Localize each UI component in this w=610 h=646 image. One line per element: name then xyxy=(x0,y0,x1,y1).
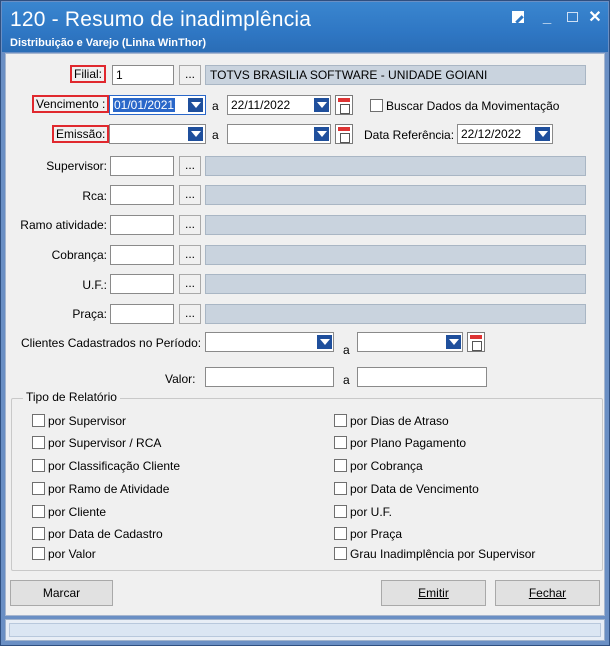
vencimento-from-value: 01/01/2021 xyxy=(113,98,176,112)
por-uf-label: por U.F. xyxy=(350,505,393,519)
close-button[interactable]: ✕ xyxy=(586,8,604,26)
supervisor-name-field xyxy=(205,156,586,176)
fechar-button[interactable]: Fechar xyxy=(495,580,600,606)
uf-label: U.F.: xyxy=(82,278,107,292)
praca-input[interactable] xyxy=(110,304,174,324)
praca-search-button[interactable]: ... xyxy=(179,304,201,324)
tipo-relatorio-title: Tipo de Relatório xyxy=(23,390,120,404)
por-praca-checkbox[interactable] xyxy=(334,527,347,540)
por-ramo-atividade-label: por Ramo de Atividade xyxy=(48,482,170,496)
minimize-button[interactable]: _ xyxy=(538,8,556,26)
cobranca-input[interactable] xyxy=(110,245,174,265)
fechar-button-label: Fechar xyxy=(528,586,567,600)
rca-name-field xyxy=(205,185,586,205)
filial-search-button[interactable]: ... xyxy=(179,65,201,85)
por-supervisor-rca-label: por Supervisor / RCA xyxy=(48,436,162,450)
ramo-atividade-input[interactable] xyxy=(110,215,174,235)
uf-search-button[interactable]: ... xyxy=(179,274,201,294)
por-valor-label: por Valor xyxy=(48,547,96,561)
vencimento-label: Vencimento : xyxy=(32,95,110,113)
rca-input[interactable] xyxy=(110,185,174,205)
status-bar xyxy=(5,619,605,641)
cobranca-label: Cobrança: xyxy=(51,248,107,262)
cobranca-search-button[interactable]: ... xyxy=(179,245,201,265)
por-data-cadastro-checkbox[interactable] xyxy=(32,527,45,540)
por-cliente-label: por Cliente xyxy=(48,505,107,519)
emissao-from-dropdown-icon[interactable] xyxy=(188,127,203,141)
buscar-dados-checkbox[interactable] xyxy=(370,99,383,112)
edit-window-icon[interactable] xyxy=(509,8,527,26)
window-subtitle: Distribuição e Varejo (Linha WinThor) xyxy=(10,37,207,49)
emissao-label-box: Emissão: xyxy=(52,125,110,143)
por-valor-checkbox[interactable] xyxy=(32,547,45,560)
clientes-a-label: a xyxy=(343,343,350,357)
valor-label: Valor: xyxy=(165,372,196,386)
por-data-vencimento-checkbox[interactable] xyxy=(334,482,347,495)
filial-label: Filial: xyxy=(70,65,107,83)
maximize-button[interactable] xyxy=(563,8,581,26)
por-plano-pagamento-label: por Plano Pagamento xyxy=(350,436,467,450)
por-classificacao-cliente-checkbox[interactable] xyxy=(32,459,45,472)
report-window: 120 - Resumo de inadimplência Distribuiç… xyxy=(0,0,610,646)
por-supervisor-label: por Supervisor xyxy=(48,414,127,428)
por-supervisor-rca-checkbox[interactable] xyxy=(32,436,45,449)
filial-label-box: Filial: xyxy=(70,65,107,83)
clientes-to-dropdown-icon[interactable] xyxy=(446,335,461,349)
por-plano-pagamento-checkbox[interactable] xyxy=(334,436,347,449)
grau-inadimplencia-label: Grau Inadimplência por Supervisor xyxy=(350,547,536,561)
uf-name-field xyxy=(205,274,586,294)
clientes-from-dropdown-icon[interactable] xyxy=(317,335,332,349)
por-dias-atraso-checkbox[interactable] xyxy=(334,414,347,427)
vencimento-label-box: Vencimento : xyxy=(32,95,110,113)
emitir-button[interactable]: Emitir xyxy=(381,580,486,606)
por-classificacao-cliente-label: por Classificação Cliente xyxy=(48,459,181,473)
valor-from-input[interactable] xyxy=(205,367,334,387)
ramo-atividade-label: Ramo atividade: xyxy=(20,218,107,232)
vencimento-calendar-icon[interactable] xyxy=(335,95,353,115)
rca-label: Rca: xyxy=(82,189,107,203)
por-ramo-atividade-checkbox[interactable] xyxy=(32,482,45,495)
emissao-calendar-icon[interactable] xyxy=(335,124,353,144)
window-title: 120 - Resumo de inadimplência xyxy=(10,8,312,31)
cobranca-name-field xyxy=(205,245,586,265)
supervisor-input[interactable] xyxy=(110,156,174,176)
filial-input[interactable]: 1 xyxy=(112,65,174,85)
por-uf-checkbox[interactable] xyxy=(334,505,347,518)
emissao-label: Emissão: xyxy=(52,125,110,143)
rca-search-button[interactable]: ... xyxy=(179,185,201,205)
ramo-atividade-search-button[interactable]: ... xyxy=(179,215,201,235)
por-dias-atraso-label: por Dias de Atraso xyxy=(350,414,449,428)
clientes-from-input[interactable] xyxy=(205,332,334,352)
por-supervisor-checkbox[interactable] xyxy=(32,414,45,427)
buscar-dados-label: Buscar Dados da Movimentação xyxy=(386,99,560,113)
emitir-button-label: Emitir xyxy=(418,586,449,600)
grau-inadimplencia-checkbox[interactable] xyxy=(334,547,347,560)
ramo-atividade-name-field xyxy=(205,215,586,235)
por-praca-label: por Praça xyxy=(350,527,403,541)
filial-name-field: TOTVS BRASILIA SOFTWARE - UNIDADE GOIANI xyxy=(205,65,586,85)
praca-label: Praça: xyxy=(72,307,107,321)
uf-input[interactable] xyxy=(110,274,174,294)
por-cobranca-checkbox[interactable] xyxy=(334,459,347,472)
marcar-button[interactable]: Marcar xyxy=(10,580,113,606)
supervisor-search-button[interactable]: ... xyxy=(179,156,201,176)
clientes-calendar-icon[interactable] xyxy=(467,332,485,352)
vencimento-from-dropdown-icon[interactable] xyxy=(188,98,203,112)
data-referencia-label: Data Referência: xyxy=(364,128,455,142)
data-referencia-dropdown-icon[interactable] xyxy=(535,127,550,141)
por-cobranca-label: por Cobrança xyxy=(350,459,423,473)
praca-name-field xyxy=(205,304,586,324)
por-data-vencimento-label: por Data de Vencimento xyxy=(350,482,479,496)
por-data-cadastro-label: por Data de Cadastro xyxy=(48,527,163,541)
valor-to-input[interactable] xyxy=(357,367,487,387)
supervisor-label: Supervisor: xyxy=(46,159,107,173)
emissao-to-dropdown-icon[interactable] xyxy=(314,127,329,141)
clientes-cadastrados-label: Clientes Cadastrados no Período: xyxy=(21,336,202,350)
valor-a-label: a xyxy=(343,373,350,387)
vencimento-a-label: a xyxy=(212,99,219,113)
emissao-a-label: a xyxy=(212,128,219,142)
por-cliente-checkbox[interactable] xyxy=(32,505,45,518)
title-bar: 120 - Resumo de inadimplência Distribuiç… xyxy=(2,2,608,52)
vencimento-to-dropdown-icon[interactable] xyxy=(314,98,329,112)
